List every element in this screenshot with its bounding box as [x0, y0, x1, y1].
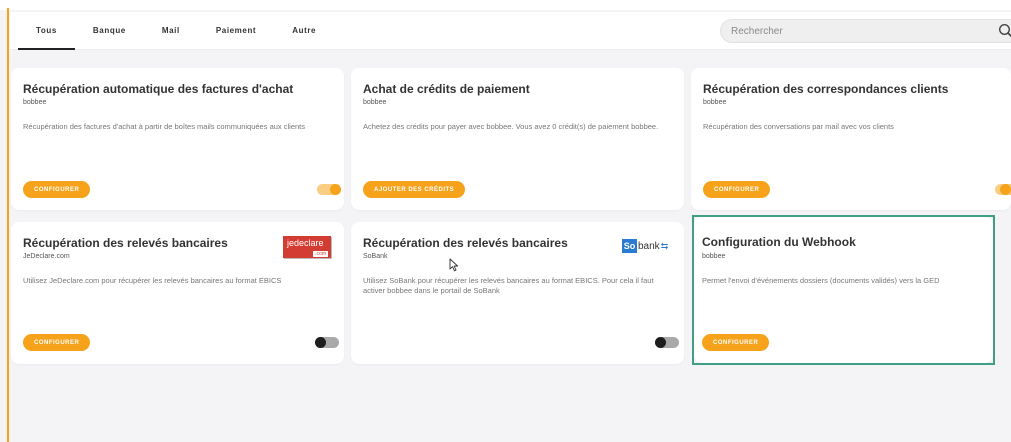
search-box [720, 19, 1011, 43]
card-provider: bobbee [703, 99, 727, 106]
card-description: Récupération des factures d'achat à part… [23, 122, 305, 131]
toggle-knob [330, 184, 341, 195]
card-description: Achetez des crédits pour payer avec bobb… [363, 122, 659, 131]
card-title: Configuration du Webhook [702, 235, 856, 249]
configure-button[interactable]: CONFIGURER [23, 334, 91, 351]
arrows-icon: ⇆ [660, 240, 669, 251]
toggle-switch[interactable] [315, 337, 339, 348]
filter-bar: Tous Banque Mail Paiement Autre [10, 12, 1011, 50]
card-title: Récupération des relevés bancaires [363, 236, 568, 250]
card-title: Récupération des correspondances clients [703, 82, 949, 96]
sobank-logo: So bank ⇆ [622, 239, 668, 253]
jedeclare-logo-suffix: .com [313, 251, 328, 257]
card-factures-achat: Récupération automatique des factures d'… [11, 68, 344, 210]
card-releves-sobank: Récupération des relevés bancaires SoBan… [351, 222, 684, 364]
card-description: Utilisez JeDeclare.com pour récupérer le… [23, 276, 282, 285]
configure-button[interactable]: CONFIGURER [23, 181, 91, 198]
search-icon[interactable] [998, 23, 1011, 39]
card-webhook: Configuration du Webhook bobbee Permet l… [694, 217, 993, 363]
toggle-switch[interactable] [995, 184, 1011, 195]
toggle-knob [1000, 184, 1011, 195]
toggle-knob [315, 337, 326, 348]
card-description: Récupération des conversations par mail … [703, 122, 894, 131]
card-provider: bobbee [23, 99, 47, 106]
tab-paiement[interactable]: Paiement [198, 12, 274, 50]
tab-tous[interactable]: Tous [18, 12, 75, 50]
card-title: Récupération des relevés bancaires [23, 236, 228, 250]
sobank-logo-bank: bank [638, 240, 660, 252]
configure-button[interactable]: CONFIGURER [703, 181, 771, 198]
toggle-switch[interactable] [655, 337, 679, 348]
toggle-switch[interactable] [317, 184, 341, 195]
card-description: Utilisez SoBank pour récupérer les relev… [363, 276, 654, 295]
filter-tabs: Tous Banque Mail Paiement Autre [18, 12, 334, 50]
toggle-knob [655, 337, 666, 348]
card-provider: bobbee [363, 99, 387, 106]
search-input[interactable] [731, 25, 998, 37]
card-title: Achat de crédits de paiement [363, 82, 530, 96]
configure-button[interactable]: CONFIGURER [702, 334, 770, 351]
tab-mail[interactable]: Mail [144, 12, 198, 50]
top-strip [0, 0, 1011, 10]
left-accent-bar [7, 8, 9, 442]
jedeclare-logo: jedeclare .com [283, 236, 331, 258]
card-provider: bobbee [702, 253, 726, 260]
tab-banque[interactable]: Banque [75, 12, 144, 50]
add-credits-button[interactable]: AJOUTER DES CRÉDITS [363, 181, 466, 198]
card-description: Permet l'envoi d'événements dossiers (do… [702, 276, 940, 285]
tab-autre[interactable]: Autre [274, 12, 334, 50]
mouse-cursor-icon [449, 258, 459, 272]
sobank-logo-so: So [622, 239, 637, 253]
card-correspondances: Récupération des correspondances clients… [691, 68, 1011, 210]
card-title: Récupération automatique des factures d'… [23, 82, 294, 96]
card-provider: JeDeclare.com [23, 253, 70, 260]
jedeclare-logo-text: jedeclare [287, 238, 324, 248]
card-credits-paiement: Achat de crédits de paiement bobbee Ache… [351, 68, 684, 210]
card-provider: SoBank [363, 253, 388, 260]
card-releves-jedeclare: Récupération des relevés bancaires JeDec… [11, 222, 344, 364]
